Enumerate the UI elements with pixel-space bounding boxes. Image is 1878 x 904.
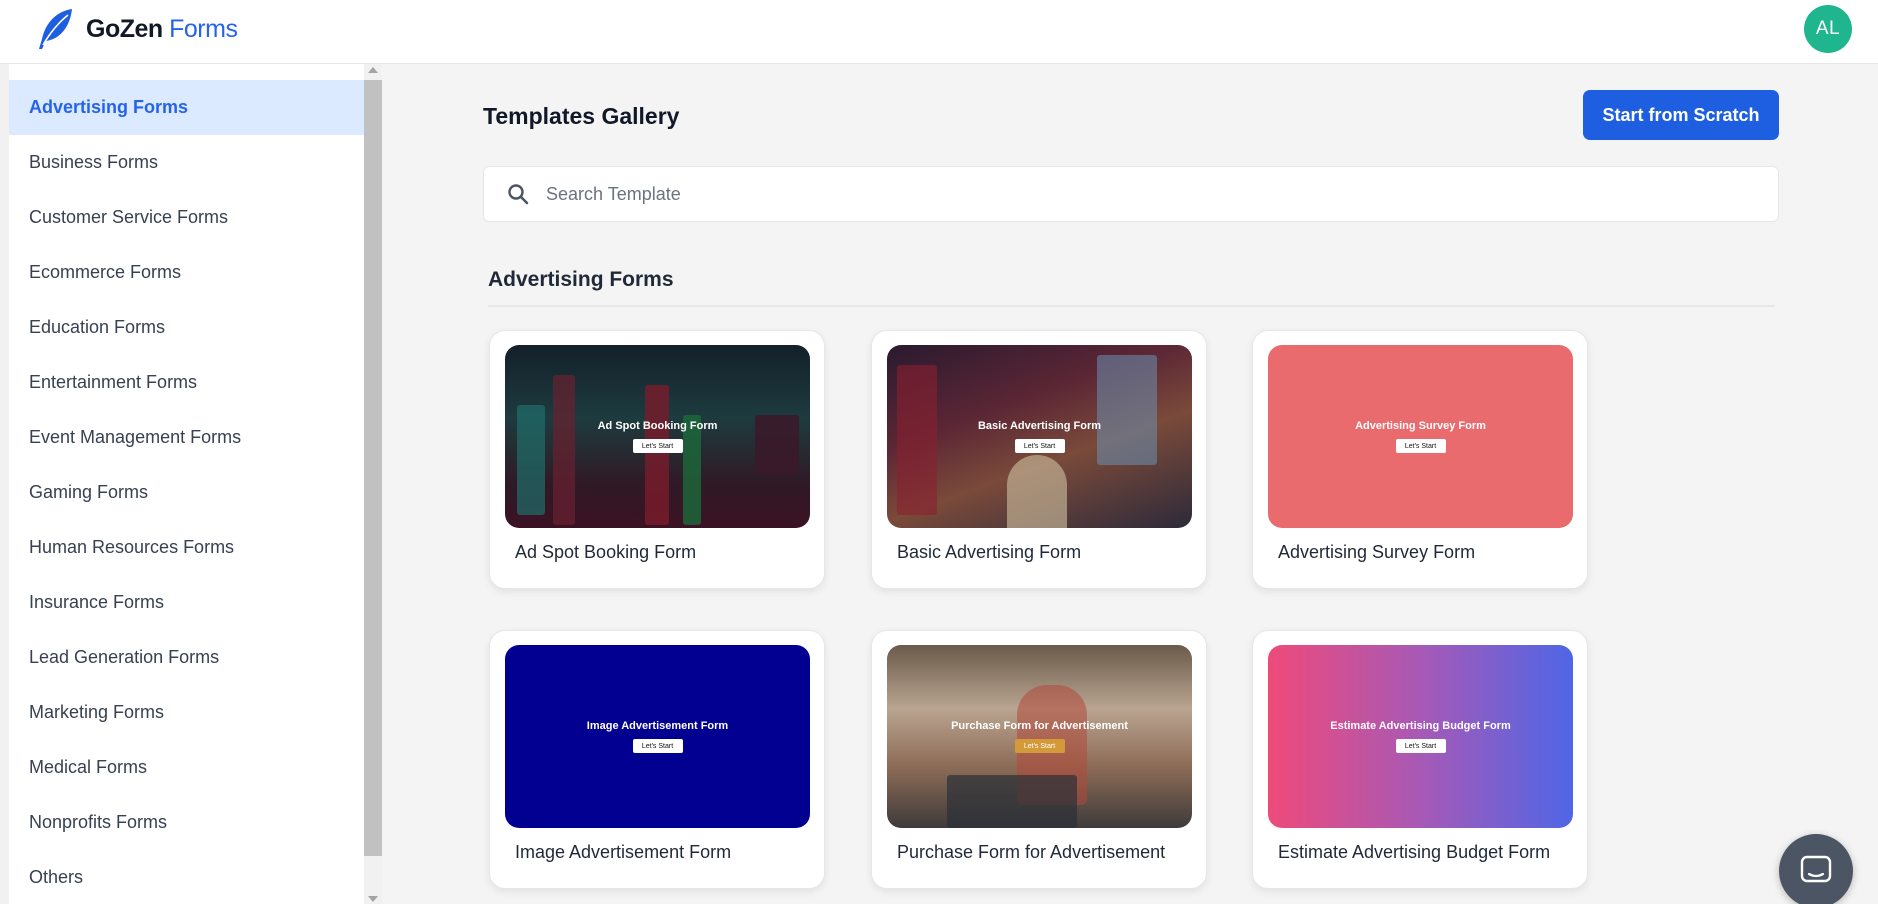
sidebar-item-customer-service[interactable]: Customer Service Forms: [9, 190, 364, 245]
template-thumbnail: Basic Advertising Form Let's Start: [887, 345, 1192, 528]
template-card[interactable]: Basic Advertising Form Let's Start Basic…: [871, 330, 1207, 589]
page-title: Templates Gallery: [483, 103, 680, 129]
logo-text: GoZen Forms: [86, 14, 238, 44]
thumbnail-title: Advertising Survey Form: [1355, 420, 1486, 432]
template-thumbnail: Image Advertisement Form Let's Start: [505, 645, 810, 828]
thumbnail-start-button: Let's Start: [632, 739, 683, 753]
template-thumbnail: Estimate Advertising Budget Form Let's S…: [1268, 645, 1573, 828]
template-name: Purchase Form for Advertisement: [897, 842, 1166, 862]
sidebar-item-business[interactable]: Business Forms: [9, 135, 364, 190]
sidebar-item-nonprofits[interactable]: Nonprofits Forms: [9, 795, 364, 850]
thumbnail-start-button: Let's Start: [1395, 739, 1446, 753]
sidebar-scrollbar-thumb[interactable]: [364, 80, 382, 856]
sidebar-item-education[interactable]: Education Forms: [9, 300, 364, 355]
thumbnail-start-button: Let's Start: [632, 439, 683, 453]
section-title: Advertising Forms: [488, 268, 674, 291]
search-input[interactable]: [546, 183, 1746, 205]
template-thumbnail: Ad Spot Booking Form Let's Start: [505, 345, 810, 528]
category-sidebar: Advertising Forms Business Forms Custome…: [9, 64, 364, 904]
sidebar-item-ecommerce[interactable]: Ecommerce Forms: [9, 245, 364, 300]
template-thumbnail: Purchase Form for Advertisement Let's St…: [887, 645, 1192, 828]
template-thumbnail: Advertising Survey Form Let's Start: [1268, 345, 1573, 528]
feather-logo-icon: [39, 9, 72, 49]
avatar[interactable]: AL: [1804, 5, 1852, 53]
template-name: Ad Spot Booking Form: [515, 542, 697, 562]
template-name: Advertising Survey Form: [1278, 542, 1476, 562]
template-name: Image Advertisement Form: [515, 842, 732, 862]
sidebar-item-marketing[interactable]: Marketing Forms: [9, 685, 364, 740]
chat-launcher-button[interactable]: [1779, 834, 1853, 904]
template-name: Basic Advertising Form: [897, 542, 1082, 562]
logo[interactable]: GoZen Forms: [36, 6, 238, 52]
top-bar: GoZen Forms AL: [0, 0, 1878, 64]
template-card[interactable]: Advertising Survey Form Let's Start Adve…: [1252, 330, 1588, 589]
section-divider: [488, 305, 1775, 307]
logo-product: Forms: [169, 14, 238, 43]
sidebar-item-advertising[interactable]: Advertising Forms: [9, 80, 364, 135]
scroll-down-arrow-icon[interactable]: [368, 896, 378, 902]
template-card[interactable]: Estimate Advertising Budget Form Let's S…: [1252, 630, 1588, 889]
template-card[interactable]: Purchase Form for Advertisement Let's St…: [871, 630, 1207, 889]
thumbnail-title: Image Advertisement Form: [586, 720, 729, 732]
template-card[interactable]: Ad Spot Booking Form Let's Start Ad Spot…: [489, 330, 825, 589]
search-icon: [508, 184, 529, 205]
thumbnail-start-button: Let's Start: [1014, 439, 1065, 453]
thumbnail-title: Purchase Form for Advertisement: [951, 720, 1128, 732]
sidebar-item-gaming[interactable]: Gaming Forms: [9, 465, 364, 520]
sidebar-item-human-resources[interactable]: Human Resources Forms: [9, 520, 364, 575]
thumbnail-title: Estimate Advertising Budget Form: [1330, 720, 1511, 732]
chat-bubble-icon: [1800, 855, 1832, 883]
thumbnail-title: Ad Spot Booking Form: [597, 420, 718, 432]
template-card[interactable]: Image Advertisement Form Let's Start Ima…: [489, 630, 825, 889]
thumbnail-title: Basic Advertising Form: [977, 420, 1102, 432]
sidebar-item-event-management[interactable]: Event Management Forms: [9, 410, 364, 465]
thumbnail-start-button: Let's Start: [1395, 439, 1446, 453]
thumbnail-start-button: Let's Start: [1014, 739, 1065, 753]
start-from-scratch-button[interactable]: Start from Scratch: [1583, 90, 1779, 140]
search-bar: [483, 166, 1779, 222]
scroll-up-arrow-icon[interactable]: [368, 67, 378, 73]
sidebar-item-entertainment[interactable]: Entertainment Forms: [9, 355, 364, 410]
window-left-edge: [0, 0, 9, 904]
sidebar-item-lead-generation[interactable]: Lead Generation Forms: [9, 630, 364, 685]
sidebar-item-insurance[interactable]: Insurance Forms: [9, 575, 364, 630]
logo-brand: GoZen: [86, 14, 163, 43]
sidebar-item-others[interactable]: Others: [9, 850, 364, 904]
sidebar-item-medical[interactable]: Medical Forms: [9, 740, 364, 795]
template-name: Estimate Advertising Budget Form: [1278, 842, 1551, 862]
